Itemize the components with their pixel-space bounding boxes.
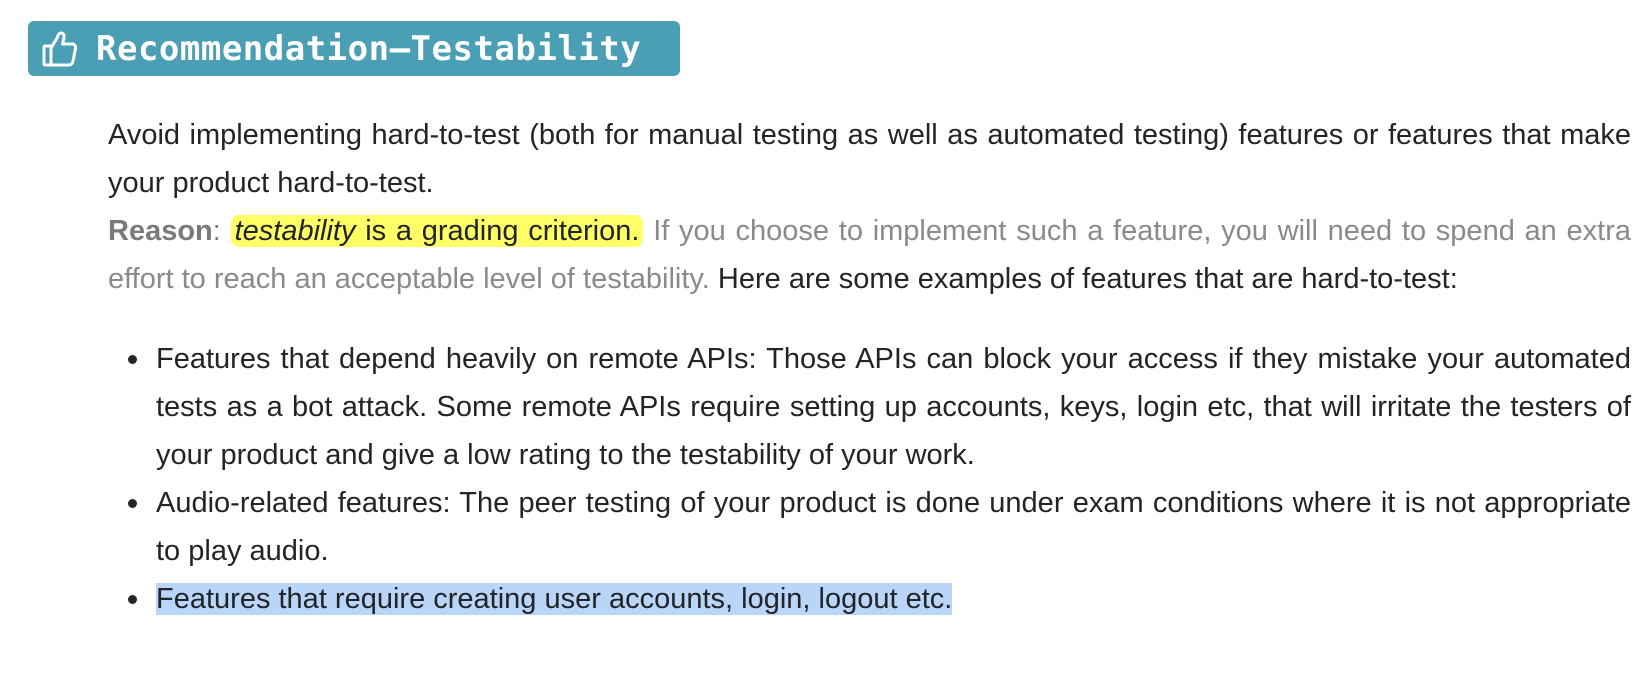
reason-colon: :	[212, 215, 221, 247]
badge-title: Recommendation–Testability	[96, 28, 642, 69]
thumbs-up-icon	[42, 30, 78, 68]
bullet-icon	[128, 595, 137, 604]
list-item-text: Features that depend heavily on remote A…	[156, 343, 1631, 471]
testability-term: testability	[234, 215, 356, 247]
list-item-text: Audio-related features: The peer testing…	[156, 487, 1631, 567]
list-item: Audio-related features: The peer testing…	[108, 479, 1631, 575]
list-item: Features that require creating user acco…	[108, 575, 1631, 623]
recommendation-badge: Recommendation–Testability	[28, 21, 680, 76]
examples-list: Features that depend heavily on remote A…	[108, 335, 1631, 623]
reason-label: Reason	[108, 215, 213, 247]
reason-paragraph: Reason: testability is a grading criteri…	[108, 207, 1631, 303]
examples-intro: Here are some examples of features that …	[717, 263, 1458, 295]
bullet-icon	[128, 499, 137, 508]
selected-list-item-text[interactable]: Features that require creating user acco…	[156, 583, 953, 615]
bullet-icon	[128, 355, 137, 364]
recommendation-content: Avoid implementing hard-to-test (both fo…	[108, 111, 1631, 623]
intro-text: Avoid implementing hard-to-test (both fo…	[108, 119, 1631, 199]
list-item: Features that depend heavily on remote A…	[108, 335, 1631, 479]
intro-paragraph: Avoid implementing hard-to-test (both fo…	[108, 111, 1631, 207]
grading-criterion-text: is a grading criterion.	[355, 215, 640, 247]
grading-criterion-highlight: testability is a grading criterion.	[230, 215, 644, 247]
